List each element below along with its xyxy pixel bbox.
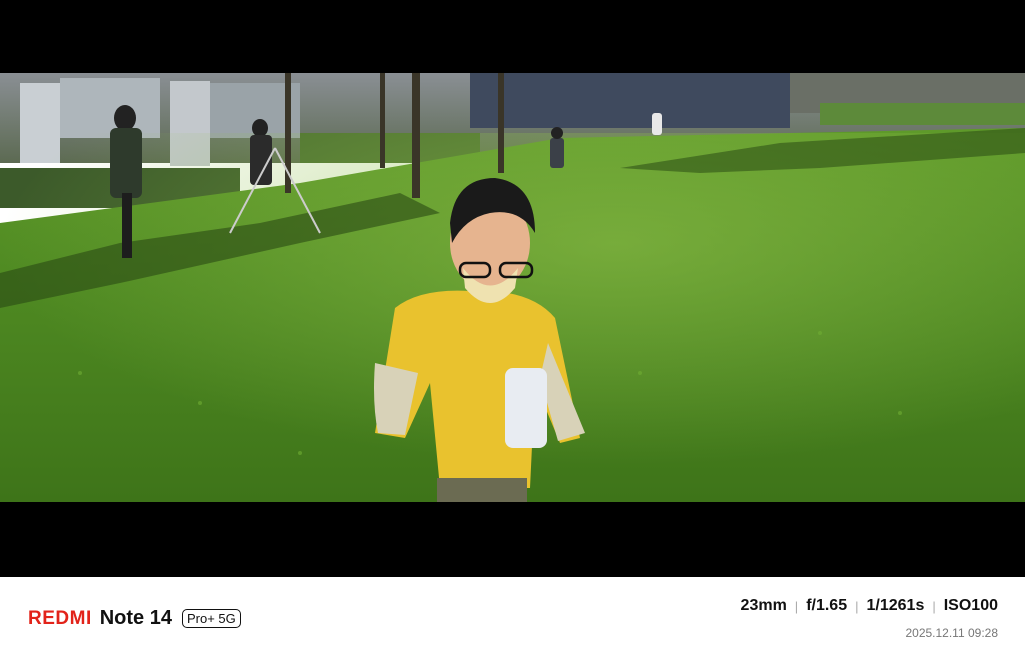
separator: | — [932, 598, 936, 614]
letterbox-top — [0, 0, 1025, 73]
glass-building — [470, 73, 790, 128]
separator: | — [794, 598, 799, 614]
separator: | — [855, 598, 859, 614]
shutter-speed: 1/1261s — [866, 597, 925, 614]
device-model: Note 14 — [99, 607, 172, 629]
focal-length: 23mm — [740, 597, 787, 614]
iso: ISO100 — [943, 597, 998, 614]
device-brand: REDMI Note 14 Pro+ 5G — [28, 607, 241, 630]
photo-illustration — [0, 73, 1025, 502]
letterbox-bottom — [0, 502, 1025, 577]
model-badge: Pro+ 5G — [181, 609, 241, 628]
aperture: f/1.65 — [806, 597, 848, 614]
exif-info: 23mm | f/1.65 | 1/1261s | ISO100 — [741, 597, 998, 615]
capture-datetime: 2025.12.11 09:28 — [905, 626, 998, 640]
brand-logo: REDMI — [28, 607, 92, 629]
photo — [0, 73, 1025, 502]
